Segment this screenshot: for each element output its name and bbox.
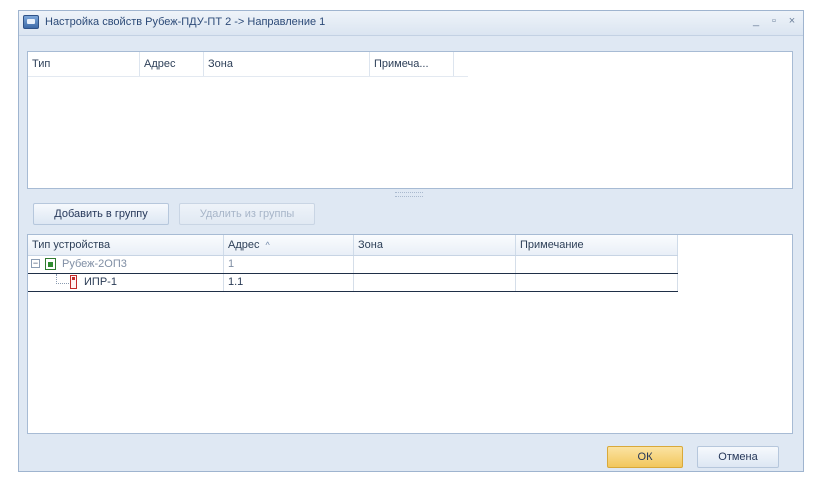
column-header-device-type[interactable]: Тип устройства bbox=[28, 235, 224, 255]
available-devices-grid[interactable]: Тип устройства Адрес ^ Зона Примечание − … bbox=[27, 234, 793, 434]
close-button[interactable]: × bbox=[785, 14, 799, 28]
device-zone[interactable] bbox=[354, 256, 516, 273]
column-header-address[interactable]: Адрес bbox=[140, 52, 204, 76]
group-grid-header: Тип Адрес Зона Примеча... bbox=[28, 52, 468, 77]
tree-connector bbox=[56, 274, 69, 284]
device-name: Рубеж-2ОП3 bbox=[58, 256, 224, 273]
cancel-button[interactable]: Отмена bbox=[697, 446, 779, 468]
sort-ascending-icon: ^ bbox=[265, 240, 270, 250]
devices-grid-header: Тип устройства Адрес ^ Зона Примечание bbox=[28, 235, 678, 256]
collapse-toggle-icon[interactable]: − bbox=[31, 259, 40, 268]
title-bar[interactable]: Настройка свойств Рубеж-ПДУ-ПТ 2 -> Напр… bbox=[19, 11, 803, 36]
window-title: Настройка свойств Рубеж-ПДУ-ПТ 2 -> Напр… bbox=[45, 16, 326, 28]
device-name: ИПР-1 bbox=[80, 274, 224, 291]
manual-call-point-icon bbox=[70, 275, 77, 289]
add-to-group-button[interactable]: Добавить в группу bbox=[33, 203, 169, 225]
device-note[interactable] bbox=[516, 274, 678, 291]
table-row[interactable]: ИПР-1 1.1 bbox=[28, 274, 678, 292]
device-module-icon bbox=[45, 258, 56, 270]
device-note[interactable] bbox=[516, 256, 678, 273]
column-header-type[interactable]: Тип bbox=[28, 52, 140, 76]
maximize-button[interactable]: ▫ bbox=[767, 14, 781, 28]
device-address: 1.1 bbox=[224, 274, 354, 291]
column-header-note[interactable]: Примеча... bbox=[370, 52, 454, 76]
properties-dialog: Настройка свойств Рубеж-ПДУ-ПТ 2 -> Напр… bbox=[18, 10, 804, 472]
remove-from-group-button[interactable]: Удалить из группы bbox=[179, 203, 315, 225]
ok-button[interactable]: ОК bbox=[607, 446, 683, 468]
group-devices-grid[interactable]: Тип Адрес Зона Примеча... bbox=[27, 51, 793, 189]
column-header-zone[interactable]: Зона bbox=[354, 235, 516, 255]
column-header-address[interactable]: Адрес ^ bbox=[224, 235, 354, 255]
app-icon bbox=[23, 15, 39, 29]
column-header-zone[interactable]: Зона bbox=[204, 52, 370, 76]
column-header-address-label: Адрес bbox=[228, 239, 260, 251]
device-address: 1 bbox=[224, 256, 354, 273]
minimize-button[interactable]: _ bbox=[749, 14, 763, 28]
device-zone[interactable] bbox=[354, 274, 516, 291]
column-header-note[interactable]: Примечание bbox=[516, 235, 678, 255]
splitter-handle[interactable] bbox=[395, 192, 423, 197]
table-row[interactable]: − Рубеж-2ОП3 1 bbox=[28, 256, 678, 274]
